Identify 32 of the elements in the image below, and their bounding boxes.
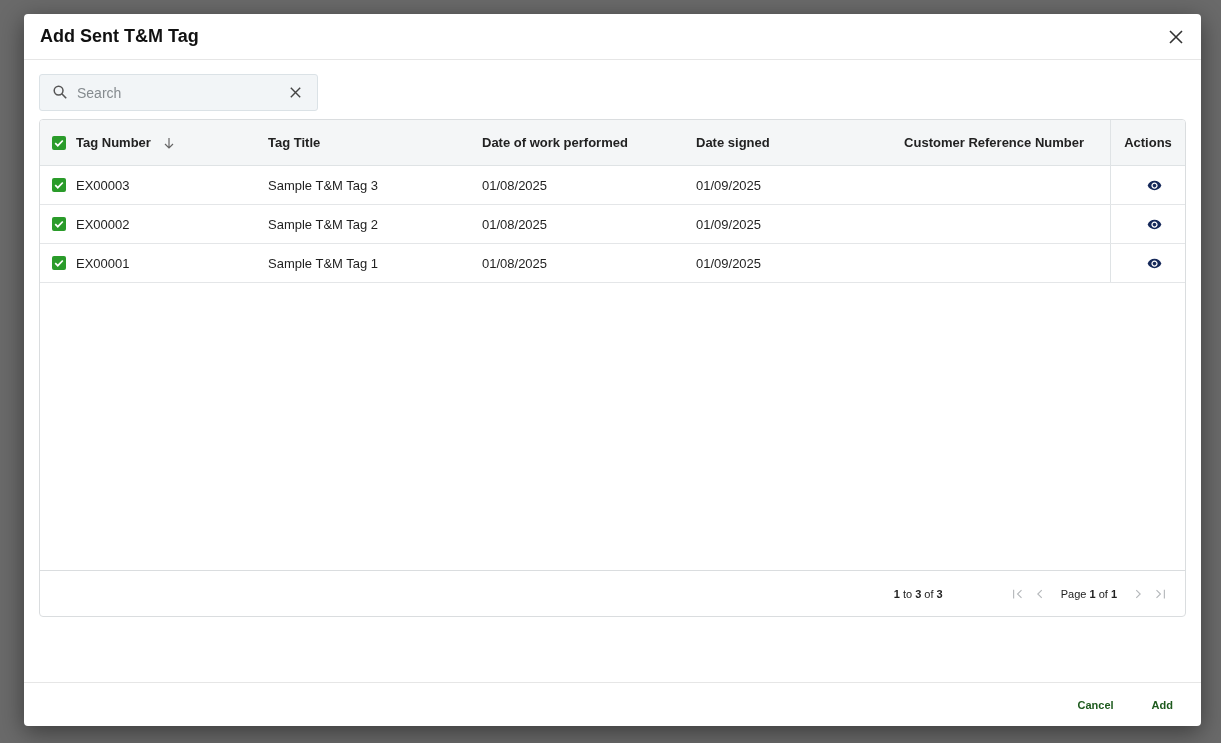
search-icon: [53, 85, 67, 99]
table-cell: 01/08/2025: [482, 216, 548, 232]
page-indicator: Page 1 of 1: [1060, 587, 1117, 600]
table-cell: EX00003: [76, 177, 130, 193]
table-cell: 01/09/2025: [696, 216, 762, 232]
column-header: Actions: [1124, 135, 1172, 150]
table-cell: Sample T&M Tag 3: [268, 177, 379, 193]
checkbox[interactable]: [52, 135, 66, 150]
cancel-button[interactable]: Cancel: [1061, 692, 1130, 717]
checkbox[interactable]: [52, 178, 66, 192]
table-cell: Sample T&M Tag 1: [268, 255, 379, 271]
checkbox[interactable]: [52, 256, 66, 270]
checkbox[interactable]: [52, 217, 66, 231]
row-count-text: 1 to 3 of 3: [893, 587, 943, 600]
table-cell: EX00001: [76, 255, 130, 271]
column-header[interactable]: Customer Reference Number: [904, 135, 1084, 150]
arrow-down-icon[interactable]: [162, 136, 175, 149]
column-header[interactable]: Date of work performed: [482, 135, 628, 150]
table-cell: 01/09/2025: [696, 255, 762, 271]
clear-icon[interactable]: [290, 87, 301, 98]
table-cell: 01/09/2025: [696, 177, 762, 193]
table-cell: Sample T&M Tag 2: [268, 216, 379, 232]
search-field[interactable]: Search: [39, 74, 318, 111]
close-icon[interactable]: [1169, 29, 1183, 44]
dialog-title: Add Sent T&M Tag: [40, 26, 199, 47]
confirm-button[interactable]: Add: [1135, 692, 1189, 717]
table-cell: 01/08/2025: [482, 255, 548, 271]
column-header[interactable]: Date signed: [696, 135, 770, 150]
column-header[interactable]: Tag Title: [268, 135, 321, 150]
table-cell: EX00002: [76, 216, 130, 232]
table-cell: 01/08/2025: [482, 177, 548, 193]
column-header[interactable]: Tag Number: [76, 135, 151, 150]
